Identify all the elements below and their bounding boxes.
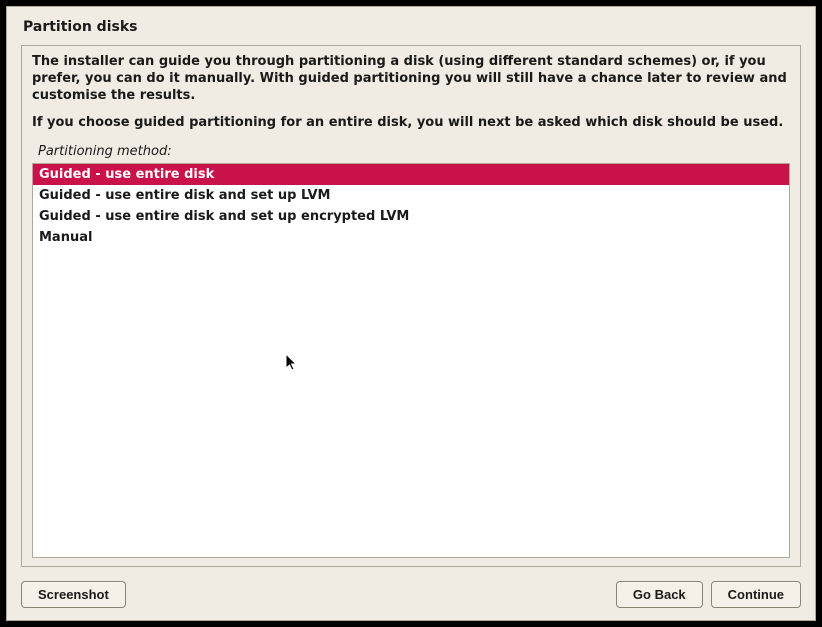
installer-window: Partition disks The installer can guide …	[6, 6, 816, 621]
screenshot-button[interactable]: Screenshot	[21, 581, 126, 608]
option-guided-entire-disk[interactable]: Guided - use entire disk	[33, 164, 789, 185]
partitioning-method-label: Partitioning method:	[38, 144, 790, 159]
page-title: Partition disks	[23, 19, 801, 35]
description-text-1: The installer can guide you through part…	[32, 54, 790, 105]
button-row: Screenshot Go Back Continue	[21, 581, 801, 608]
continue-button[interactable]: Continue	[711, 581, 801, 608]
main-panel: The installer can guide you through part…	[21, 45, 801, 567]
description-text-2: If you choose guided partitioning for an…	[32, 115, 790, 132]
go-back-button[interactable]: Go Back	[616, 581, 703, 608]
description: The installer can guide you through part…	[32, 54, 790, 142]
option-guided-lvm[interactable]: Guided - use entire disk and set up LVM	[33, 185, 789, 206]
option-manual[interactable]: Manual	[33, 227, 789, 248]
options-list: Guided - use entire disk Guided - use en…	[32, 163, 790, 558]
spacer	[134, 581, 608, 608]
option-guided-encrypted-lvm[interactable]: Guided - use entire disk and set up encr…	[33, 206, 789, 227]
